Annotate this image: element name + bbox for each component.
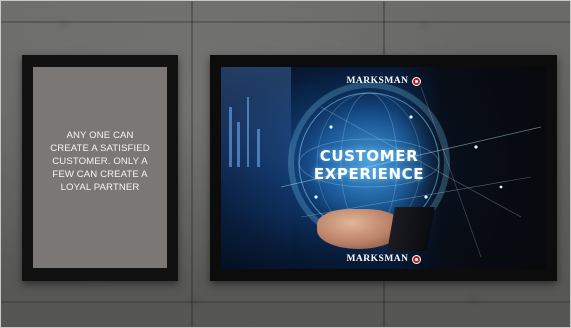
quote-line: CREATE A SATISFIED — [50, 143, 150, 154]
target-logo-icon — [411, 76, 421, 86]
quote-line: CUSTOMER. ONLY A — [52, 156, 148, 167]
brand-logo-bottom: MARKSMAN — [221, 248, 546, 266]
picture-frame: CUSTOMER EXPERIENCE MARKSMAN MARKSMAN — [210, 55, 557, 281]
quote-line: ANY ONE CAN — [66, 130, 134, 141]
wall-scene: ANY ONE CAN CREATE A SATISFIED CUSTOMER.… — [0, 0, 571, 328]
wall-seam — [1, 301, 570, 303]
wall-stain — [471, 297, 477, 303]
brand-logo-top: MARKSMAN — [221, 70, 546, 88]
headline-line: CUSTOMER — [319, 147, 419, 165]
wall-stain — [61, 21, 67, 27]
headline-line: EXPERIENCE — [313, 165, 425, 183]
headline: CUSTOMER EXPERIENCE — [279, 147, 459, 183]
quote-line: LOYAL PARTNER — [60, 182, 140, 193]
quote-poster: ANY ONE CAN CREATE A SATISFIED CUSTOMER.… — [33, 67, 167, 268]
brand-name: MARKSMAN — [346, 76, 409, 86]
quote-poster-frame: ANY ONE CAN CREATE A SATISFIED CUSTOMER.… — [22, 55, 178, 281]
brand-name: MARKSMAN — [346, 254, 409, 264]
wall-stain — [421, 23, 427, 29]
quote-line: FEW CAN CREATE A — [52, 169, 148, 180]
wall-stain — [191, 299, 198, 306]
wall-seam — [1, 21, 570, 23]
customer-experience-picture: CUSTOMER EXPERIENCE MARKSMAN MARKSMAN — [221, 67, 546, 269]
suit-cuff — [387, 207, 435, 251]
quote-text: ANY ONE CAN CREATE A SATISFIED CUSTOMER.… — [45, 129, 155, 194]
wall-seam — [191, 1, 193, 327]
target-logo-icon — [411, 254, 421, 264]
